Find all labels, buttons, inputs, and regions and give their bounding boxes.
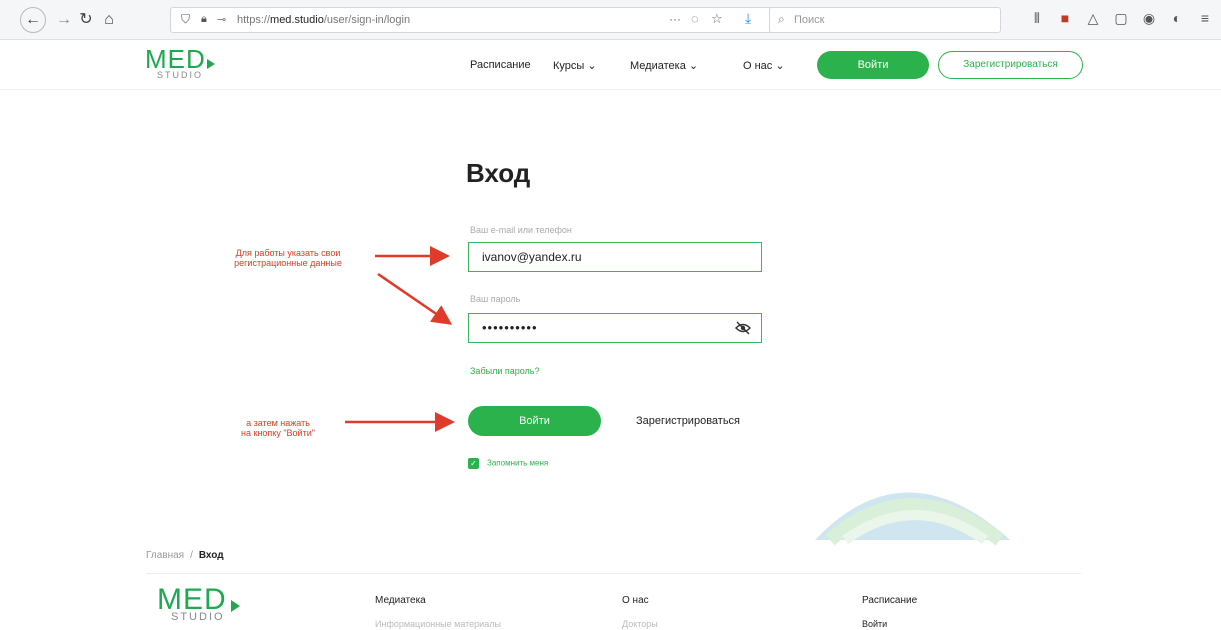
search-icon: ⌕	[778, 12, 785, 26]
email-label: Ваш e-mail или телефон	[470, 225, 572, 235]
reload-icon[interactable]: ↻	[74, 8, 98, 32]
home-icon[interactable]: ⌂	[97, 8, 121, 32]
url-prefix: https://	[237, 14, 271, 26]
search-input[interactable]: ⌕ Поиск	[769, 7, 1001, 33]
footer-login-link[interactable]: Войти	[862, 619, 887, 629]
annotation-credentials: Для работы указать свои регистрационные …	[208, 248, 368, 268]
forgot-password-link[interactable]: Забыли пароль?	[470, 366, 539, 376]
more-icon[interactable]: ···	[669, 12, 681, 26]
checkbox-icon[interactable]: ✓	[468, 458, 479, 469]
logo-studio: STUDIO	[157, 70, 204, 80]
pocket-icon[interactable]: ◌	[691, 11, 699, 26]
lock-icon[interactable]: 🔒︎	[201, 13, 207, 26]
star-icon[interactable]: ☆	[711, 11, 723, 27]
nav-schedule[interactable]: Расписание	[470, 59, 531, 71]
download-icon[interactable]: ⤓	[745, 10, 751, 27]
login-button[interactable]: Войти	[468, 406, 601, 436]
nav-about[interactable]: О нас ⌄	[743, 59, 785, 72]
nav-courses[interactable]: Курсы ⌄	[553, 59, 597, 72]
url-text[interactable]: https://med.studio/user/sign-in/login	[237, 14, 410, 26]
address-bar[interactable]: ⛉ 🔒︎ ⊸ https://med.studio/user/sign-in/l…	[170, 7, 1001, 33]
logo-med: MED	[145, 44, 206, 74]
footer-media-title[interactable]: Медиатека	[375, 595, 426, 606]
library-icon[interactable]: ⫴	[1029, 10, 1045, 27]
toolbar-icons: ⫴ ■ △ ▢ ◉ ◐ ≡	[1029, 10, 1213, 27]
url-path: /user/sign-in/login	[323, 14, 411, 26]
header-login-button[interactable]: Войти	[817, 51, 929, 79]
play-icon	[207, 59, 215, 69]
play-icon	[231, 600, 240, 612]
site-header: MED STUDIO Расписание Курсы ⌄ Медиатека …	[0, 40, 1221, 90]
footer-logo-studio: STUDIO	[171, 611, 225, 623]
password-value: ••••••••••	[482, 320, 538, 335]
footer-schedule-title[interactable]: Расписание	[862, 595, 917, 606]
back-icon[interactable]: ←	[20, 7, 46, 33]
logo[interactable]: MED STUDIO	[145, 44, 255, 82]
drive-icon[interactable]: △	[1085, 10, 1101, 27]
page-title: Вход	[466, 158, 531, 188]
url-domain: med.studio	[270, 14, 324, 26]
shield-icon[interactable]: ⛉	[181, 12, 190, 27]
annotation-login: а затем нажать на кнопку "Войти"	[218, 418, 338, 438]
footer-about-link[interactable]: Докторы	[622, 619, 658, 629]
annotation-credentials-line2: регистрационные данные	[234, 258, 342, 268]
remember-label: Запомнить меня	[487, 458, 549, 468]
annotation-login-line1: а затем нажать	[246, 418, 310, 428]
eye-slash-icon[interactable]	[735, 320, 751, 336]
breadcrumb-current: Вход	[198, 550, 224, 561]
key-icon: ⊸	[217, 14, 227, 26]
header-register-button[interactable]: Зарегистрироваться	[938, 51, 1083, 79]
breadcrumb-home[interactable]: Главная	[146, 550, 184, 561]
footer-divider	[146, 573, 1081, 574]
password-label: Ваш пароль	[470, 294, 521, 304]
menu-icon[interactable]: ≡	[1197, 10, 1213, 27]
extension-icon[interactable]: ■	[1057, 10, 1073, 27]
arrow-to-password	[377, 272, 453, 325]
password-field[interactable]: ••••••••••	[468, 313, 762, 343]
footer-media-link[interactable]: Информационные материалы	[375, 619, 501, 629]
reader-icon[interactable]: ◐	[1169, 10, 1185, 27]
breadcrumb: Главная / Вход	[146, 550, 224, 561]
footer-logo-med: MED	[157, 583, 227, 616]
search-placeholder: Поиск	[794, 14, 825, 26]
email-field[interactable]: ivanov@yandex.ru	[468, 242, 762, 272]
footer-logo[interactable]: MED STUDIO	[157, 583, 267, 627]
forward-icon[interactable]: →	[52, 8, 76, 32]
addon-icon[interactable]: ◉	[1141, 10, 1157, 27]
screenshot-icon[interactable]: ▢	[1113, 10, 1129, 27]
footer-about-title[interactable]: О нас	[622, 595, 649, 606]
browser-toolbar: ← → ↻ ⌂ ⛉ 🔒︎ ⊸ https://med.studio/user/s…	[0, 0, 1221, 40]
nav-media[interactable]: Медиатека ⌄	[630, 59, 698, 72]
annotation-login-line2: на кнопку "Войти"	[241, 428, 315, 438]
breadcrumb-separator: /	[190, 550, 193, 561]
register-link[interactable]: Зарегистрироваться	[636, 415, 740, 427]
annotation-credentials-line1: Для работы указать свои	[235, 248, 341, 258]
remember-me[interactable]: ✓ Запомнить меня	[468, 458, 548, 469]
